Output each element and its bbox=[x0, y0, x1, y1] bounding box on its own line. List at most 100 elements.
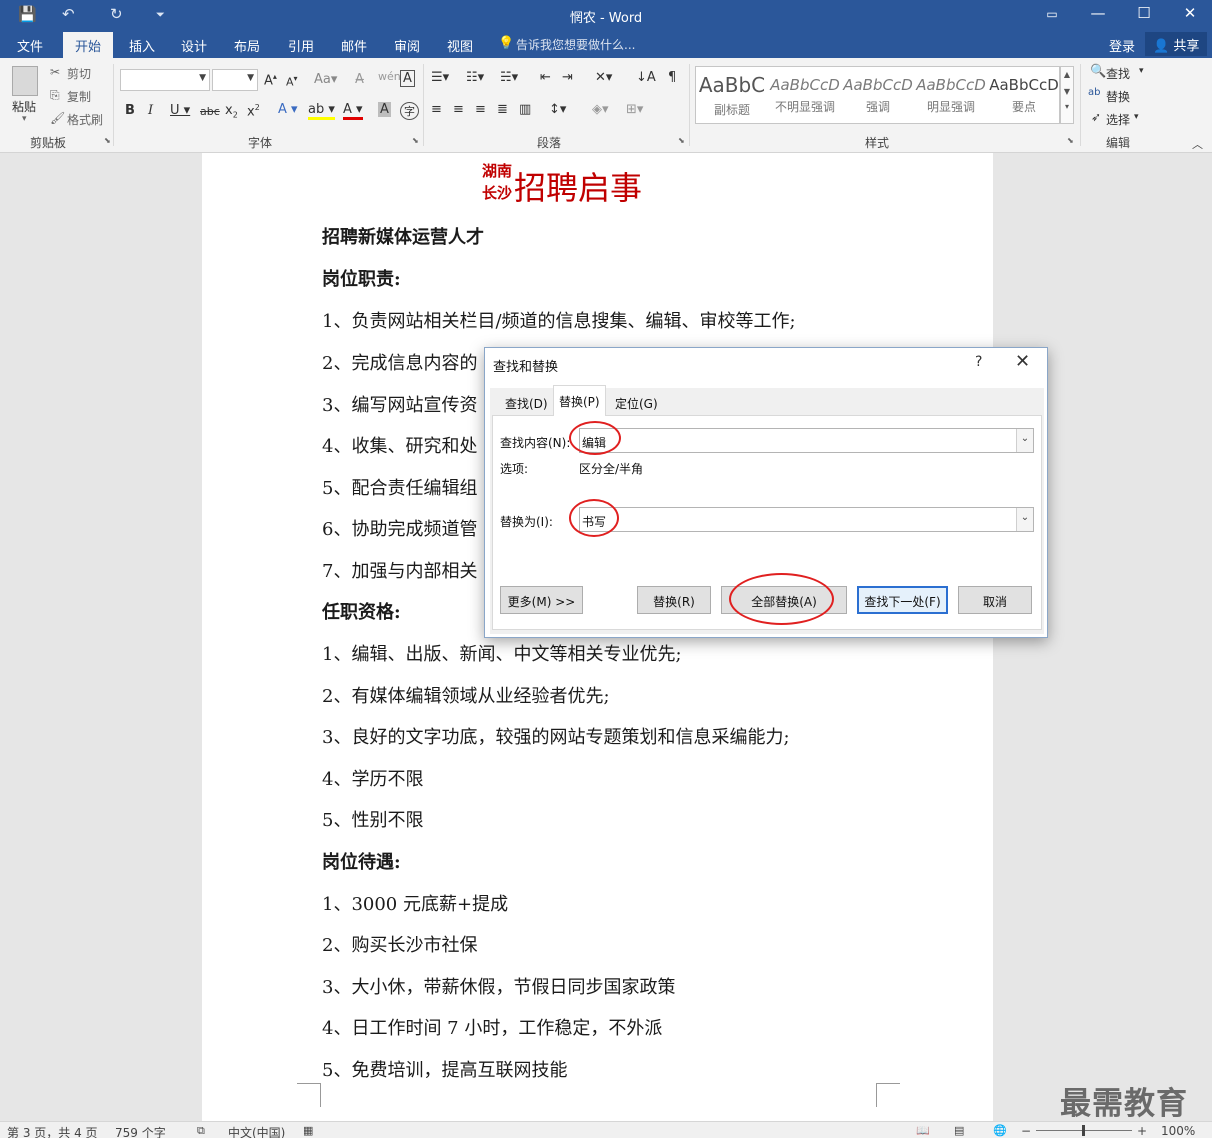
proofing-icon[interactable]: ⧉ bbox=[197, 1124, 205, 1138]
tab-file[interactable]: 文件 bbox=[17, 36, 43, 55]
tab-references[interactable]: 引用 bbox=[288, 36, 314, 55]
multilevel-list-icon[interactable]: ☵▾ bbox=[500, 70, 518, 85]
replace-with-input[interactable]: 书写 ⌄ bbox=[579, 507, 1034, 532]
replace-button[interactable]: 替换 bbox=[1106, 88, 1130, 105]
change-case-icon[interactable]: Aa▾ bbox=[314, 72, 337, 87]
collapse-ribbon-icon[interactable]: ︿ bbox=[1192, 136, 1203, 152]
tab-review[interactable]: 审阅 bbox=[394, 36, 420, 55]
zoom-level[interactable]: 100% bbox=[1161, 1124, 1195, 1138]
zoom-in-icon[interactable]: + bbox=[1137, 1124, 1147, 1138]
tab-find[interactable]: 查找(D) bbox=[500, 388, 553, 415]
phonetic-guide-icon[interactable]: wén bbox=[378, 70, 401, 83]
find-button[interactable]: 查找 bbox=[1106, 65, 1130, 82]
scroll-up-icon[interactable]: ▲ bbox=[1061, 70, 1073, 79]
highlight-color-icon[interactable]: ab ▾ bbox=[308, 102, 335, 120]
align-left-icon[interactable]: ≡ bbox=[431, 102, 442, 117]
line-spacing-icon[interactable]: ↕▾ bbox=[549, 102, 566, 117]
page-count[interactable]: 第 3 页，共 4 页 bbox=[7, 1124, 98, 1138]
help-icon[interactable]: ? bbox=[975, 354, 982, 370]
font-color-icon[interactable]: A ▾ bbox=[343, 102, 363, 120]
word-count[interactable]: 759 个字 bbox=[115, 1124, 166, 1138]
tab-goto[interactable]: 定位(G) bbox=[610, 388, 663, 415]
align-right-icon[interactable]: ≡ bbox=[475, 102, 486, 117]
bullets-icon[interactable]: ☰▾ bbox=[431, 70, 449, 85]
distributed-icon[interactable]: ▥ bbox=[519, 102, 531, 117]
find-next-button[interactable]: 查找下一处(F) bbox=[857, 586, 948, 614]
maximize-icon[interactable]: ☐ bbox=[1129, 4, 1159, 22]
tell-me-search[interactable]: 告诉我您想要做什么... bbox=[516, 36, 635, 53]
close-window-icon[interactable]: ✕ bbox=[1175, 4, 1205, 22]
chevron-down-icon[interactable]: ▾ bbox=[1134, 112, 1139, 122]
superscript-icon[interactable]: x2 bbox=[247, 103, 260, 119]
minimize-icon[interactable]: — bbox=[1083, 4, 1113, 22]
font-launcher-icon[interactable]: ⬊ bbox=[412, 136, 419, 145]
tab-view[interactable]: 视图 bbox=[447, 36, 473, 55]
tab-home[interactable]: 开始 bbox=[63, 32, 114, 58]
more-button[interactable]: 更多(M) >> bbox=[500, 586, 583, 614]
text-effects-icon[interactable]: A ▾ bbox=[278, 102, 298, 117]
justify-icon[interactable]: ≣ bbox=[497, 102, 508, 117]
format-painter-button[interactable]: 格式刷 bbox=[67, 111, 103, 128]
style-subtitle[interactable]: AaBbC 副标题 bbox=[696, 67, 768, 123]
style-strong[interactable]: AaBbCcD 要点 bbox=[988, 67, 1060, 123]
styles-gallery-scroll[interactable]: ▲ ▼ ▾ bbox=[1060, 66, 1074, 124]
chevron-down-icon[interactable]: ⌄ bbox=[1016, 508, 1033, 531]
chevron-down-icon[interactable]: ▾ bbox=[1139, 66, 1144, 76]
tab-mailings[interactable]: 邮件 bbox=[341, 36, 367, 55]
paragraph-launcher-icon[interactable]: ⬊ bbox=[678, 136, 685, 145]
macro-icon[interactable]: ▦ bbox=[303, 1124, 313, 1137]
strikethrough-icon[interactable]: abc bbox=[200, 105, 220, 118]
show-formatting-icon[interactable]: ¶ bbox=[668, 70, 676, 85]
scroll-down-icon[interactable]: ▼ bbox=[1061, 87, 1073, 96]
replace-button[interactable]: 替换(R) bbox=[637, 586, 711, 614]
tab-design[interactable]: 设计 bbox=[181, 36, 207, 55]
paste-dropdown-icon[interactable]: ▾ bbox=[22, 114, 27, 124]
copy-button[interactable]: 复制 bbox=[67, 88, 91, 105]
shrink-font-icon[interactable]: A▾ bbox=[286, 74, 298, 89]
cancel-button[interactable]: 取消 bbox=[958, 586, 1032, 614]
style-intense-emphasis[interactable]: AaBbCcD 明显强调 bbox=[915, 67, 987, 123]
numbering-icon[interactable]: ☷▾ bbox=[466, 70, 484, 85]
web-layout-icon[interactable]: 🌐 bbox=[993, 1124, 1007, 1137]
italic-icon[interactable]: I bbox=[148, 103, 153, 118]
styles-launcher-icon[interactable]: ⬊ bbox=[1067, 136, 1074, 145]
font-name-combo[interactable]: ▼ bbox=[120, 69, 210, 91]
paste-button[interactable]: 粘贴 bbox=[12, 98, 36, 115]
subscript-icon[interactable]: x2 bbox=[225, 103, 238, 120]
borders-icon[interactable]: ⊞▾ bbox=[626, 102, 643, 117]
chinese-layout-icon[interactable]: ✕▾ bbox=[595, 70, 612, 85]
find-what-input[interactable]: 编辑 ⌄ bbox=[579, 428, 1034, 453]
underline-icon[interactable]: U ▾ bbox=[170, 103, 190, 118]
share-button[interactable]: 👤 共享 bbox=[1145, 32, 1208, 56]
tab-replace[interactable]: 替换(P) bbox=[553, 385, 606, 416]
tab-insert[interactable]: 插入 bbox=[129, 36, 155, 55]
shading-icon[interactable]: ◈▾ bbox=[592, 102, 609, 117]
sort-icon[interactable]: ↓A bbox=[636, 70, 656, 85]
sign-in-link[interactable]: 登录 bbox=[1109, 36, 1135, 55]
cut-button[interactable]: 剪切 bbox=[67, 65, 91, 82]
print-layout-icon[interactable]: ▤ bbox=[954, 1124, 964, 1137]
character-shading-icon[interactable]: A bbox=[378, 102, 391, 117]
enclose-characters-icon[interactable]: 字 bbox=[400, 102, 419, 120]
clear-formatting-icon[interactable]: A̶ bbox=[355, 72, 364, 87]
zoom-slider-thumb[interactable] bbox=[1082, 1125, 1085, 1136]
read-mode-icon[interactable]: 📖 bbox=[916, 1124, 930, 1137]
select-button[interactable]: 选择 bbox=[1106, 111, 1130, 128]
grow-font-icon[interactable]: A▴ bbox=[264, 72, 277, 88]
tab-layout[interactable]: 布局 bbox=[234, 36, 260, 55]
decrease-indent-icon[interactable]: ⇤ bbox=[540, 70, 551, 85]
style-subtle-emphasis[interactable]: AaBbCcD 不明显强调 bbox=[769, 67, 841, 123]
ribbon-display-options-icon[interactable]: ▭ bbox=[1037, 7, 1067, 21]
align-center-icon[interactable]: ≡ bbox=[453, 102, 464, 117]
close-icon[interactable]: ✕ bbox=[1015, 351, 1030, 372]
clipboard-launcher-icon[interactable]: ⬊ bbox=[104, 136, 111, 145]
language-indicator[interactable]: 中文(中国) bbox=[228, 1124, 285, 1138]
zoom-out-icon[interactable]: − bbox=[1021, 1124, 1031, 1138]
chevron-down-icon[interactable]: ⌄ bbox=[1016, 429, 1033, 452]
bold-icon[interactable]: B bbox=[125, 103, 135, 118]
more-styles-icon[interactable]: ▾ bbox=[1061, 102, 1073, 111]
font-size-combo[interactable]: ▼ bbox=[212, 69, 258, 91]
style-emphasis[interactable]: AaBbCcD 强调 bbox=[842, 67, 914, 123]
character-border-icon[interactable]: A bbox=[400, 70, 415, 87]
increase-indent-icon[interactable]: ⇥ bbox=[562, 70, 573, 85]
